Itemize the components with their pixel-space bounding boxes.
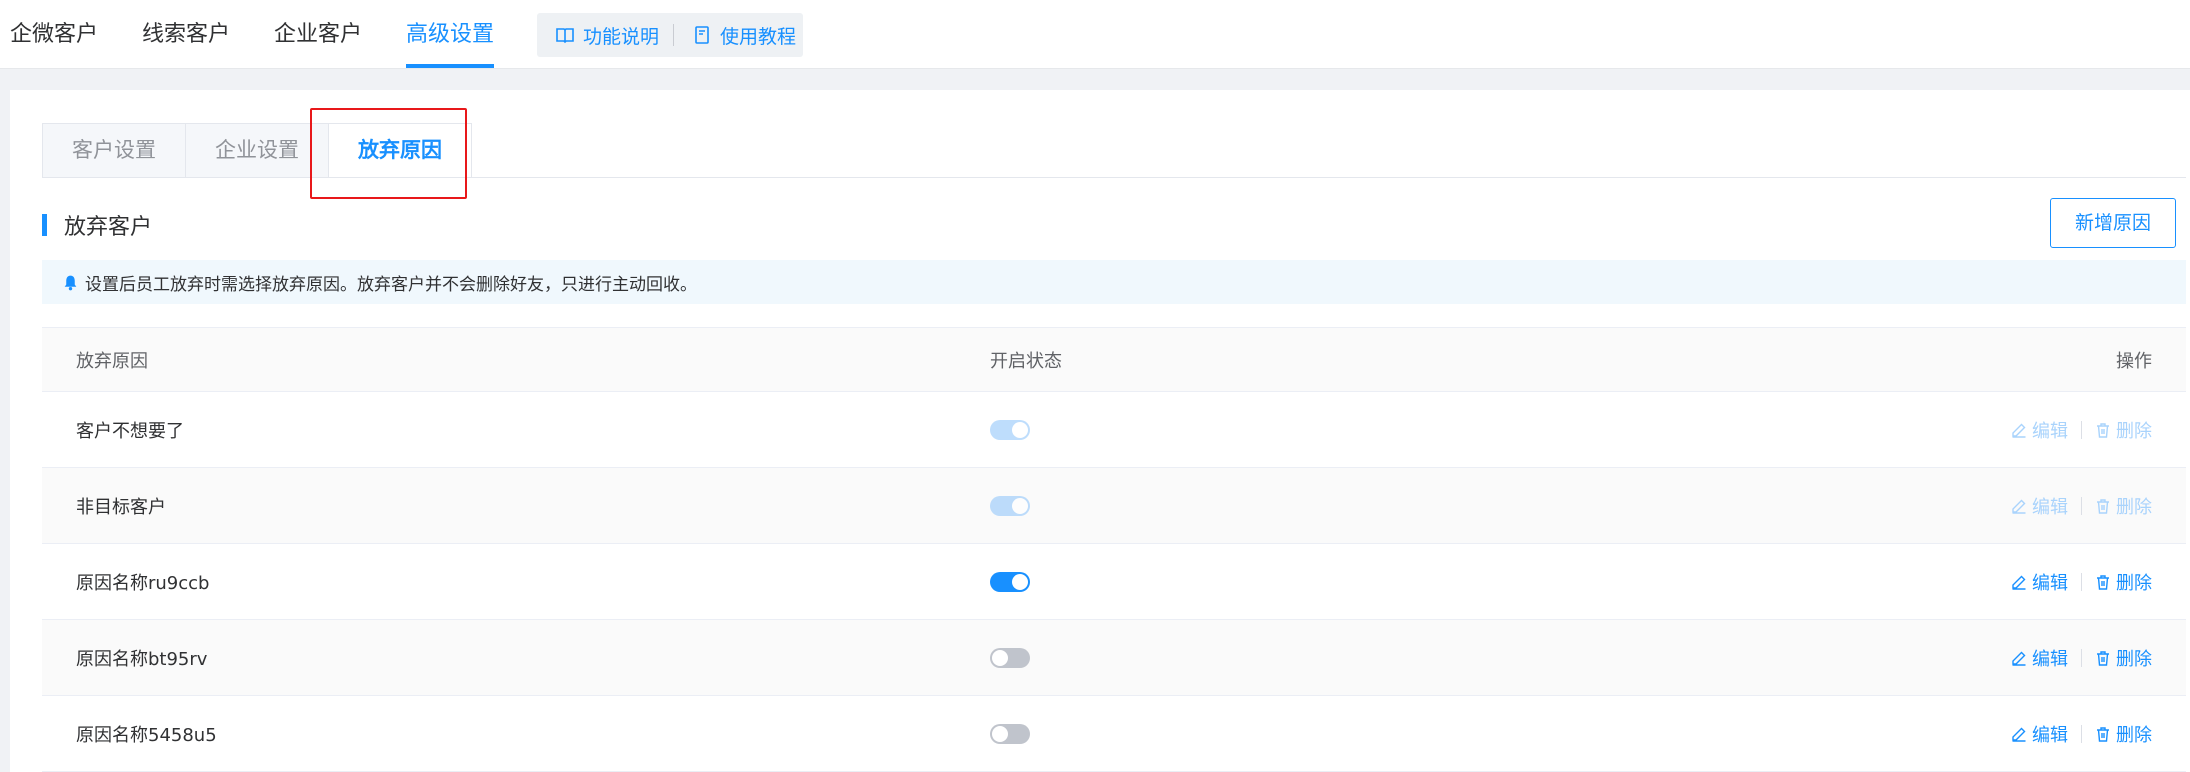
delete-label: 删除 [2116, 572, 2152, 594]
table-header: 放弃原因 开启状态 操作 [42, 328, 2186, 392]
edit-icon [2012, 651, 2026, 666]
topnav-tab-advanced-settings[interactable]: 高级设置 [406, 0, 495, 68]
edit-icon [2012, 727, 2026, 742]
edit-button: 编辑 [2011, 417, 2068, 443]
delete-label: 删除 [2116, 420, 2152, 442]
delete-button: 删除 [2095, 493, 2152, 519]
edit-label: 编辑 [2032, 420, 2068, 442]
section-accent-bar [42, 214, 47, 236]
section-title-text: 放弃客户 [64, 215, 153, 240]
table-row: 原因名称ru9ccb 编辑 删除 [42, 544, 2186, 620]
delete-label: 删除 [2116, 648, 2152, 670]
trash-icon [2097, 650, 2109, 666]
status-toggle[interactable] [990, 647, 1030, 668]
top-bar: 企微客户 线索客户 企业客户 高级设置 功能说明 使用教程 [0, 0, 2190, 69]
feature-description-label: 功能说明 [583, 25, 660, 48]
topnav-tab-wecom-customers[interactable]: 企微客户 [10, 0, 98, 68]
edit-icon [2012, 423, 2026, 438]
delete-label: 删除 [2116, 724, 2152, 746]
subtabs-divider [42, 177, 2186, 178]
sub-tabs: 客户设置 企业设置 放弃原因 [42, 123, 472, 178]
status-toggle[interactable] [990, 571, 1030, 592]
settings-card: 客户设置 企业设置 放弃原因 放弃客户 新增原因 设置后员工放弃时需选择放弃原因… [10, 90, 2190, 772]
trash-icon [2097, 726, 2109, 742]
book-icon [556, 28, 574, 44]
action-divider [2081, 648, 2082, 667]
delete-button: 删除 [2095, 417, 2152, 443]
delete-button[interactable]: 删除 [2095, 645, 2152, 671]
reason-cell: 原因名称bt95rv [76, 648, 208, 670]
document-icon [695, 26, 709, 44]
trash-icon [2097, 498, 2109, 514]
action-divider [2081, 572, 2082, 591]
delete-label: 删除 [2116, 496, 2152, 518]
add-reason-button[interactable]: 新增原因 [2050, 198, 2176, 248]
table-row: 原因名称bt95rv 编辑 删除 [42, 620, 2186, 696]
edit-label: 编辑 [2032, 572, 2068, 594]
edit-button[interactable]: 编辑 [2011, 645, 2068, 671]
reason-cell: 客户不想要了 [76, 420, 184, 442]
reason-cell: 原因名称5458u5 [76, 724, 217, 746]
trash-icon [2097, 422, 2109, 438]
delete-button[interactable]: 删除 [2095, 721, 2152, 747]
action-divider [2081, 496, 2082, 515]
trash-icon [2097, 574, 2109, 590]
edit-icon [2012, 575, 2026, 590]
header-actions: 操作 [2116, 350, 2152, 372]
header-reason: 放弃原因 [76, 350, 148, 372]
action-divider [2081, 420, 2082, 439]
notice-bar: 设置后员工放弃时需选择放弃原因。放弃客户并不会删除好友，只进行主动回收。 [42, 260, 2186, 304]
tutorial-link[interactable]: 使用教程 [674, 22, 796, 49]
table-row: 原因名称5458u5 编辑 删除 [42, 696, 2186, 772]
feature-description-link[interactable]: 功能说明 [537, 22, 659, 49]
action-divider [2081, 724, 2082, 743]
edit-button[interactable]: 编辑 [2011, 721, 2068, 747]
header-status: 开启状态 [990, 350, 1062, 372]
top-nav: 企微客户 线索客户 企业客户 高级设置 [0, 0, 528, 68]
topnav-tab-lead-customers[interactable]: 线索客户 [142, 0, 230, 68]
status-toggle [990, 419, 1030, 440]
status-toggle [990, 495, 1030, 516]
reasons-table: 放弃原因 开启状态 操作 客户不想要了 编辑 删除 非目标客户 编辑 删除 原因… [42, 327, 2186, 772]
section-title: 放弃客户 [42, 210, 152, 240]
edit-button: 编辑 [2011, 493, 2068, 519]
status-toggle[interactable] [990, 723, 1030, 744]
reason-cell: 非目标客户 [76, 496, 166, 518]
bell-icon [64, 275, 77, 290]
edit-label: 编辑 [2032, 496, 2068, 518]
help-box: 功能说明 使用教程 [537, 13, 803, 57]
subtab-abandon-reasons[interactable]: 放弃原因 [328, 123, 472, 178]
notice-text: 设置后员工放弃时需选择放弃原因。放弃客户并不会删除好友，只进行主动回收。 [85, 274, 697, 295]
edit-button[interactable]: 编辑 [2011, 569, 2068, 595]
topnav-tab-enterprise-customers[interactable]: 企业客户 [274, 0, 362, 68]
edit-label: 编辑 [2032, 724, 2068, 746]
edit-icon [2012, 499, 2026, 514]
edit-label: 编辑 [2032, 648, 2068, 670]
delete-button[interactable]: 删除 [2095, 569, 2152, 595]
table-row: 非目标客户 编辑 删除 [42, 468, 2186, 544]
tutorial-label: 使用教程 [720, 25, 797, 48]
subtab-enterprise-settings[interactable]: 企业设置 [185, 123, 328, 178]
reason-cell: 原因名称ru9ccb [76, 572, 210, 594]
table-row: 客户不想要了 编辑 删除 [42, 392, 2186, 468]
subtab-customer-settings[interactable]: 客户设置 [42, 123, 185, 178]
